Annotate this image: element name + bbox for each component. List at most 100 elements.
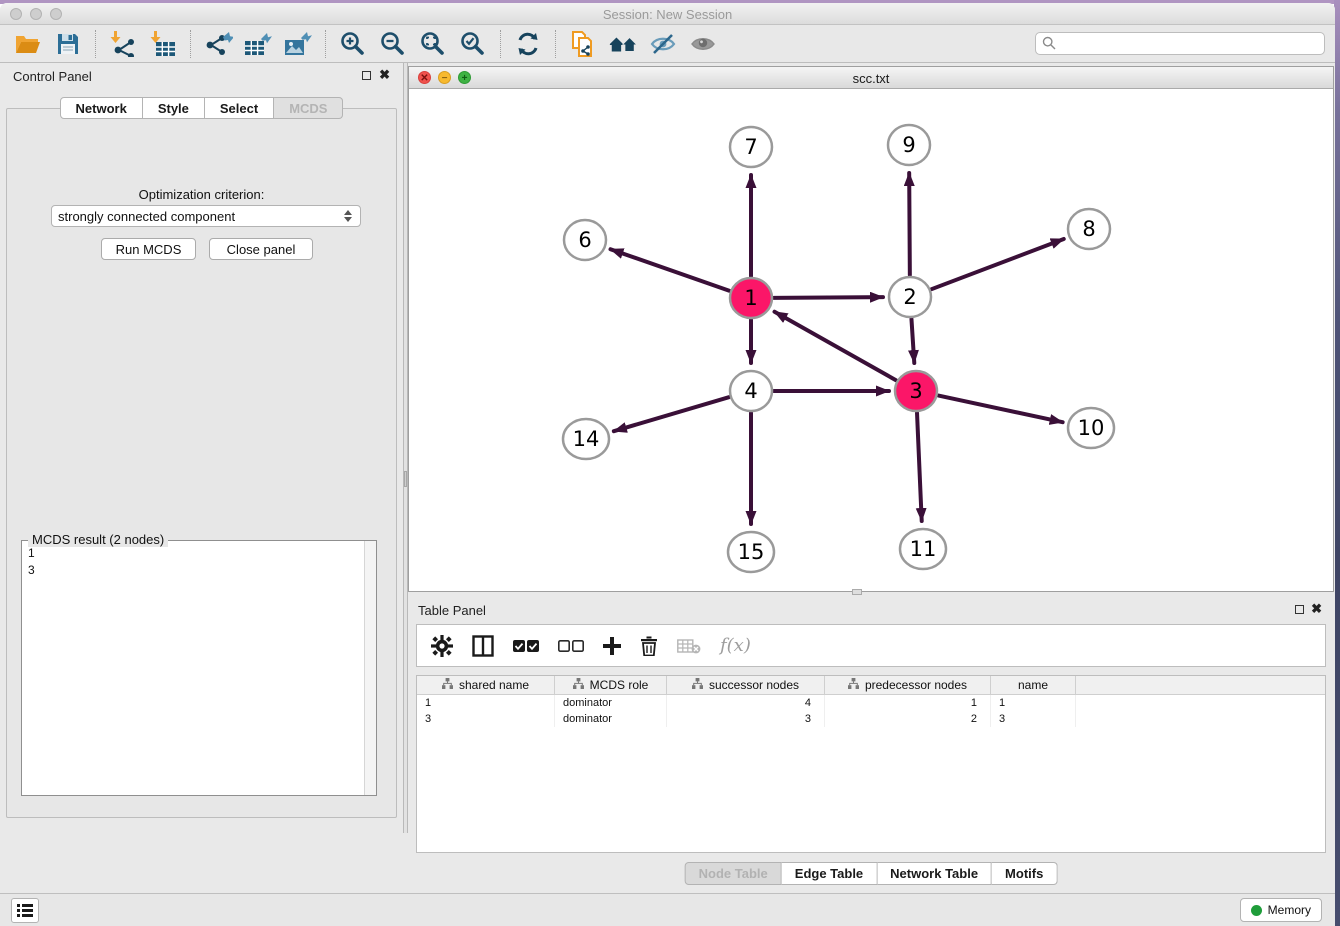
graph-edge-1-6[interactable]	[610, 249, 729, 291]
toolbar-separator	[325, 30, 326, 58]
graph-edge-3-11[interactable]	[917, 413, 922, 521]
result-scrollbar[interactable]	[364, 541, 376, 795]
memory-button[interactable]: Memory	[1240, 898, 1322, 922]
apply-layout-icon[interactable]	[513, 29, 543, 59]
splitter-handle-icon[interactable]	[404, 471, 407, 487]
table-cell[interactable]: 3	[417, 711, 555, 727]
delete-column-icon[interactable]	[640, 636, 658, 656]
panel-splitter-horizontal[interactable]	[852, 589, 862, 595]
svg-text:15: 15	[738, 540, 765, 564]
svg-text:3: 3	[909, 379, 922, 403]
column-tree-icon	[692, 678, 703, 692]
tab-network-table[interactable]: Network Table	[877, 862, 992, 885]
zoom-fit-icon[interactable]	[418, 29, 448, 59]
float-panel-icon[interactable]	[362, 71, 371, 80]
export-image-icon[interactable]	[283, 29, 313, 59]
graph-edge-2-3[interactable]	[911, 319, 914, 363]
graph-node-9[interactable]: 9	[888, 125, 930, 165]
app-titlebar: Session: New Session	[0, 3, 1335, 25]
column-header-MCDS-role[interactable]: MCDS role	[555, 676, 667, 694]
column-header-shared-name[interactable]: shared name	[417, 676, 555, 694]
graph-node-14[interactable]: 14	[563, 419, 609, 459]
unselect-all-columns-icon[interactable]	[558, 639, 584, 653]
network-canvas[interactable]: 7 9 6 8 1 2 4 3 14 10 15 11	[409, 89, 1333, 591]
clone-network-icon[interactable]	[568, 29, 598, 59]
table-cell[interactable]: 4	[667, 695, 825, 711]
zoom-selected-icon[interactable]	[458, 29, 488, 59]
task-history-button[interactable]	[11, 898, 39, 923]
svg-text:8: 8	[1082, 217, 1095, 241]
table-cell[interactable]: 1	[417, 695, 555, 711]
import-table-icon[interactable]	[148, 29, 178, 59]
table-cell[interactable]: 3	[991, 711, 1076, 727]
graph-edge-3-1[interactable]	[775, 312, 896, 380]
graph-node-15[interactable]: 15	[728, 532, 774, 572]
split-view-icon[interactable]	[472, 635, 494, 657]
run-mcds-button[interactable]: Run MCDS	[101, 238, 196, 260]
column-header-predecessor-nodes[interactable]: predecessor nodes	[825, 676, 991, 694]
graph-edge-3-10[interactable]	[939, 396, 1063, 423]
select-all-columns-icon[interactable]	[513, 639, 539, 653]
table-cell[interactable]: 1	[825, 695, 991, 711]
show-all-icon[interactable]	[688, 29, 718, 59]
table-row[interactable]: 1dominator411	[417, 695, 1325, 711]
graph-node-2[interactable]: 2	[889, 277, 931, 317]
import-network-icon[interactable]	[108, 29, 138, 59]
svg-text:2: 2	[903, 285, 916, 309]
tab-style[interactable]: Style	[143, 97, 205, 119]
table-cell[interactable]: dominator	[555, 695, 667, 711]
search-input[interactable]	[1035, 32, 1325, 55]
close-panel-icon[interactable]: ✖	[379, 68, 390, 82]
table-cell[interactable]: 1	[991, 695, 1076, 711]
column-tree-icon	[848, 678, 859, 692]
table-settings-icon[interactable]	[431, 635, 453, 657]
column-tree-icon	[442, 678, 453, 692]
float-table-panel-icon[interactable]	[1295, 605, 1304, 614]
graph-node-11[interactable]: 11	[900, 529, 946, 569]
graph-node-7[interactable]: 7	[730, 127, 772, 167]
first-neighbors-icon[interactable]	[608, 29, 638, 59]
graph-edge-4-14[interactable]	[614, 397, 729, 431]
add-column-icon[interactable]	[603, 637, 621, 655]
window-title: Session: New Session	[0, 7, 1335, 22]
zoom-in-icon[interactable]	[338, 29, 368, 59]
optimization-criterion-dropdown[interactable]: strongly connected component	[51, 205, 361, 227]
column-header-successor-nodes[interactable]: successor nodes	[667, 676, 825, 694]
graph-node-10[interactable]: 10	[1068, 408, 1114, 448]
hide-selected-icon[interactable]	[648, 29, 678, 59]
tab-select[interactable]: Select	[205, 97, 274, 119]
tab-node-table[interactable]: Node Table	[685, 862, 782, 885]
close-panel-button[interactable]: Close panel	[209, 238, 313, 260]
graph-node-6[interactable]: 6	[564, 220, 606, 260]
column-header-name[interactable]: name	[991, 676, 1076, 694]
tab-edge-table[interactable]: Edge Table	[782, 862, 877, 885]
graph-node-8[interactable]: 8	[1068, 209, 1110, 249]
close-table-panel-icon[interactable]: ✖	[1311, 602, 1322, 616]
svg-text:11: 11	[910, 537, 937, 561]
network-window-title: scc.txt	[409, 71, 1333, 86]
zoom-out-icon[interactable]	[378, 29, 408, 59]
tab-motifs[interactable]: Motifs	[992, 862, 1057, 885]
open-session-icon[interactable]	[13, 29, 43, 59]
delete-table-icon	[677, 638, 701, 654]
graph-edge-2-8[interactable]	[932, 239, 1064, 289]
mcds-result-box[interactable]: MCDS result (2 nodes) 1 3	[21, 540, 377, 796]
save-session-icon[interactable]	[53, 29, 83, 59]
graph-node-1[interactable]: 1	[730, 278, 772, 318]
table-cell[interactable]: 3	[667, 711, 825, 727]
svg-text:14: 14	[573, 427, 600, 451]
graph-node-3[interactable]: 3	[895, 371, 937, 411]
export-table-icon[interactable]	[243, 29, 273, 59]
graph-node-4[interactable]: 4	[730, 371, 772, 411]
control-panel-tabs: NetworkStyleSelectMCDS	[60, 97, 344, 119]
table-row[interactable]: 3dominator323	[417, 711, 1325, 727]
network-view-window: ✕ − + scc.txt 7968124314101511	[408, 66, 1334, 592]
table-cell[interactable]: dominator	[555, 711, 667, 727]
graph-edge-2-9[interactable]	[909, 173, 910, 275]
table-cell[interactable]: 2	[825, 711, 991, 727]
tab-network[interactable]: Network	[60, 97, 143, 119]
memory-label: Memory	[1268, 903, 1311, 917]
export-network-icon[interactable]	[203, 29, 233, 59]
graph-edge-1-2[interactable]	[774, 297, 883, 298]
tab-mcds[interactable]: MCDS	[274, 97, 343, 119]
